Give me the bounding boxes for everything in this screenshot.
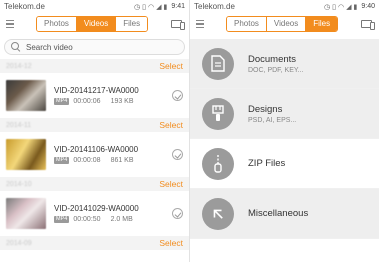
status-icons: ◷ ▯ ◠ ◢ ▮ 9:40 [324, 3, 375, 11]
status-bar: Telekom.de ◷ ▯ ◠ ◢ ▮ 9:41 [0, 0, 189, 13]
video-name: VID-20141029-WA0000 [54, 204, 139, 213]
video-name: VID-20141217-WA0000 [54, 86, 139, 95]
video-thumbnail [6, 80, 46, 111]
media-tabs: Photos Videos Files [36, 16, 149, 32]
battery-icon: ▮ [163, 3, 168, 11]
category-miscellaneous[interactable]: Miscellaneous [190, 189, 379, 239]
select-button[interactable]: Select [159, 61, 183, 71]
search-icon [11, 42, 21, 52]
status-bar: Telekom.de ◷ ▯ ◠ ◢ ▮ 9:40 [190, 0, 379, 13]
category-title: Designs [248, 103, 283, 115]
category-title: Documents [248, 53, 297, 65]
group-date: 2014-10 [6, 180, 32, 188]
video-size: 193 KB [110, 98, 134, 105]
category-title: ZIP Files [248, 157, 286, 169]
select-button[interactable]: Select [159, 179, 183, 189]
tab-photos[interactable]: Photos [37, 17, 77, 31]
vibrate-icon: ▯ [142, 3, 147, 11]
carrier-label: Telekom.de [4, 2, 45, 11]
signal-icon: ◢ [346, 3, 352, 11]
select-check-icon[interactable] [172, 90, 183, 101]
group-header: 2014-12 Select [0, 59, 189, 73]
group-header: 2014-09 Select [0, 236, 189, 250]
clock: 9:40 [361, 3, 375, 10]
alarm-icon: ◷ [324, 3, 331, 11]
video-name: VID-20141106-WA0000 [54, 145, 139, 154]
tab-videos[interactable]: Videos [76, 17, 117, 31]
group-date: 2014-11 [6, 121, 32, 129]
videos-screen: Telekom.de ◷ ▯ ◠ ◢ ▮ 9:41 Photos Videos … [0, 0, 189, 262]
category-zip-files[interactable]: ZIP Files [190, 139, 379, 189]
group-date: 2014-12 [6, 62, 32, 70]
document-icon [202, 47, 234, 80]
tab-files[interactable]: Files [116, 17, 148, 31]
select-check-icon[interactable] [172, 149, 183, 160]
hamburger-icon [196, 20, 204, 22]
video-duration: 00:00:06 [73, 98, 101, 105]
category-title: Miscellaneous [248, 207, 309, 219]
format-badge: MP4 [54, 216, 70, 223]
tab-files[interactable]: Files [306, 17, 338, 31]
misc-arrow-icon [202, 197, 234, 230]
phone-icon [370, 21, 375, 30]
category-designs[interactable]: Designs PSD, AI, EPS... [190, 89, 379, 139]
search-input[interactable] [26, 42, 146, 52]
video-duration: 00:00:08 [73, 157, 101, 164]
alarm-icon: ◷ [134, 3, 141, 11]
phone-icon [180, 21, 185, 30]
select-check-icon[interactable] [172, 208, 183, 219]
tab-videos[interactable]: Videos [266, 17, 307, 31]
group-header: 2014-10 Select [0, 177, 189, 191]
screenshot-root: Telekom.de ◷ ▯ ◠ ◢ ▮ 9:41 Photos Videos … [0, 0, 379, 262]
carrier-label: Telekom.de [194, 2, 235, 11]
video-item[interactable]: VID-20141029-WA0000 MP4 00:00:50 2.0 MB [0, 191, 189, 236]
menu-button[interactable] [194, 17, 212, 31]
category-subtitle: PSD, AI, EPS... [248, 116, 297, 124]
select-button[interactable]: Select [159, 120, 183, 130]
video-item[interactable]: VID-20141217-WA0000 MP4 00:00:06 193 KB [0, 73, 189, 118]
video-duration: 00:00:50 [73, 216, 101, 223]
format-badge: MP4 [54, 157, 70, 164]
hamburger-icon [6, 20, 14, 22]
app-bar: Photos Videos Files [0, 13, 189, 35]
menu-button[interactable] [4, 17, 22, 31]
wifi-icon: ◠ [148, 3, 155, 11]
video-thumbnail [6, 198, 46, 229]
group-date: 2014-09 [6, 239, 32, 247]
files-screen: Telekom.de ◷ ▯ ◠ ◢ ▮ 9:40 Photos Videos … [189, 0, 379, 262]
clock: 9:41 [171, 3, 185, 10]
zip-icon [202, 147, 234, 180]
video-size: 2.0 MB [110, 216, 133, 223]
tab-photos[interactable]: Photos [227, 17, 267, 31]
search-bar [4, 39, 185, 55]
format-badge: MP4 [54, 98, 70, 105]
video-thumbnail [6, 139, 46, 170]
vibrate-icon: ▯ [332, 3, 337, 11]
wifi-icon: ◠ [338, 3, 345, 11]
status-icons: ◷ ▯ ◠ ◢ ▮ 9:41 [134, 3, 185, 11]
category-subtitle: DOC, PDF, KEY... [248, 66, 304, 74]
app-bar: Photos Videos Files [190, 13, 379, 35]
devices-button[interactable] [361, 19, 375, 30]
category-documents[interactable]: Documents DOC, PDF, KEY... [190, 39, 379, 89]
video-item[interactable]: VID-20141106-WA0000 MP4 00:00:08 861 KB [0, 132, 189, 177]
select-button[interactable]: Select [159, 238, 183, 248]
media-tabs: Photos Videos Files [226, 16, 339, 32]
signal-icon: ◢ [156, 3, 162, 11]
group-header: 2014-11 Select [0, 118, 189, 132]
battery-icon: ▮ [353, 3, 358, 11]
video-size: 861 KB [110, 157, 134, 164]
devices-button[interactable] [171, 19, 185, 30]
brush-icon [202, 97, 234, 130]
